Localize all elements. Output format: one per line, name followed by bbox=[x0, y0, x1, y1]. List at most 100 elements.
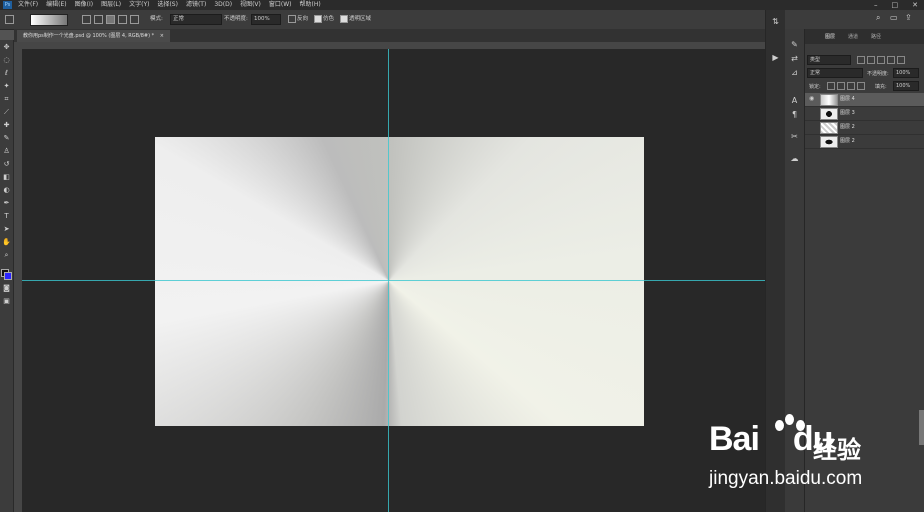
move-tool-icon[interactable]: ✥ bbox=[2, 43, 11, 52]
search-icon[interactable]: ⌕ bbox=[876, 13, 880, 23]
filter-smart-icon[interactable] bbox=[897, 56, 905, 64]
crop-tool-icon[interactable]: ⌗ bbox=[2, 95, 11, 104]
fill-input[interactable]: 100% bbox=[893, 81, 919, 91]
reverse-label: 反向 bbox=[297, 16, 309, 22]
zoom-tool-icon[interactable]: ⌕ bbox=[2, 251, 11, 260]
vertical-ruler[interactable] bbox=[14, 49, 22, 512]
lock-row: 锁定: 填充: 100% bbox=[805, 79, 924, 92]
visibility-eye-icon[interactable]: ◉ bbox=[809, 95, 815, 103]
close-icon[interactable]: ✕ bbox=[912, 0, 918, 10]
minimize-icon[interactable]: – bbox=[874, 0, 878, 10]
history-brush-icon[interactable]: ↺ bbox=[2, 160, 11, 169]
diamond-gradient-icon[interactable] bbox=[130, 15, 139, 24]
magic-wand-icon[interactable]: ✦ bbox=[2, 82, 11, 91]
brush-tool-icon[interactable]: ✎ bbox=[2, 134, 11, 143]
swap-icon[interactable]: ⇄ bbox=[789, 53, 800, 64]
type-tool-icon[interactable]: T bbox=[2, 212, 11, 221]
mode-select[interactable]: 正常 bbox=[170, 14, 222, 25]
eraser-icon[interactable]: ◧ bbox=[2, 173, 11, 182]
menu-filter[interactable]: 滤镜(T) bbox=[186, 0, 206, 10]
marquee-tool-icon[interactable]: ◌ bbox=[2, 56, 11, 65]
menu-3d[interactable]: 3D(D) bbox=[214, 0, 232, 10]
character-panel-icon[interactable]: A bbox=[789, 95, 800, 106]
quick-mask-icon[interactable]: ◙ bbox=[2, 284, 11, 293]
layer-row[interactable]: ◉ 图层 4 bbox=[805, 93, 924, 107]
pen-tool-icon[interactable]: ✒ bbox=[2, 199, 11, 208]
menu-help[interactable]: 帮助(H) bbox=[300, 0, 321, 10]
eyedropper-icon[interactable]: ⟋ bbox=[2, 108, 11, 117]
layer-filter-select[interactable]: 类型 bbox=[807, 55, 851, 65]
canvas-area[interactable] bbox=[22, 49, 765, 512]
angle-gradient-icon[interactable] bbox=[106, 15, 115, 24]
menu-items: 文件(F) 编辑(E) 图像(I) 图层(L) 文字(Y) 选择(S) 滤镜(T… bbox=[18, 0, 321, 10]
lock-transparent-icon[interactable] bbox=[827, 82, 835, 90]
tab-layers[interactable]: 图层 bbox=[825, 33, 835, 40]
hand-tool-icon[interactable]: ✋ bbox=[2, 238, 11, 247]
dither-checkbox[interactable] bbox=[314, 15, 322, 23]
fill-label: 填充: bbox=[875, 84, 887, 90]
menu-select[interactable]: 选择(S) bbox=[157, 0, 178, 10]
blend-mode-select[interactable]: 正常 bbox=[807, 68, 863, 78]
path-select-icon[interactable]: ➤ bbox=[2, 225, 11, 234]
gradient-picker[interactable] bbox=[30, 14, 68, 26]
background-color-swatch[interactable] bbox=[4, 272, 12, 280]
document-tab-bar: 教你用ps制作一个光盘.psd @ 100% (图层 4, RGB/8#) * … bbox=[14, 29, 765, 42]
menu-type[interactable]: 文字(Y) bbox=[129, 0, 149, 10]
document-tab[interactable]: 教你用ps制作一个光盘.psd @ 100% (图层 4, RGB/8#) * … bbox=[17, 30, 170, 42]
menu-window[interactable]: 窗口(W) bbox=[269, 0, 292, 10]
opacity-input[interactable]: 100% bbox=[251, 14, 281, 25]
clone-stamp-icon[interactable]: ♙ bbox=[2, 147, 11, 156]
tab-close-icon[interactable]: × bbox=[160, 33, 164, 39]
workspace-icon[interactable]: ▭ bbox=[890, 13, 898, 22]
cloud-icon[interactable]: ☁ bbox=[789, 153, 800, 164]
layer-opacity-input[interactable]: 100% bbox=[893, 68, 919, 78]
horizontal-guide[interactable] bbox=[22, 280, 765, 281]
reverse-checkbox[interactable] bbox=[288, 15, 296, 23]
healing-brush-icon[interactable]: ✚ bbox=[2, 121, 11, 130]
menu-bar: Ps 文件(F) 编辑(E) 图像(I) 图层(L) 文字(Y) 选择(S) 滤… bbox=[0, 0, 924, 10]
layer-row[interactable]: 图层 2 bbox=[805, 121, 924, 135]
tab-paths[interactable]: 路径 bbox=[871, 33, 881, 40]
filter-type-icon[interactable] bbox=[877, 56, 885, 64]
radial-gradient-icon[interactable] bbox=[94, 15, 103, 24]
screen-mode-icon[interactable]: ▣ bbox=[2, 297, 11, 306]
filter-adjust-icon[interactable] bbox=[867, 56, 875, 64]
transparency-checkbox[interactable] bbox=[340, 15, 348, 23]
layer-name: 图层 2 bbox=[840, 124, 855, 130]
brush-panel-icon[interactable]: ✎ bbox=[789, 39, 800, 50]
layer-row[interactable]: 图层 2 bbox=[805, 135, 924, 149]
gradient-tool-icon[interactable]: ◐ bbox=[2, 186, 11, 195]
menu-view[interactable]: 视图(V) bbox=[240, 0, 261, 10]
reflected-gradient-icon[interactable] bbox=[118, 15, 127, 24]
menu-edit[interactable]: 编辑(E) bbox=[46, 0, 66, 10]
lock-pixels-icon[interactable] bbox=[837, 82, 845, 90]
filter-pixel-icon[interactable] bbox=[857, 56, 865, 64]
tool-preset-icon[interactable] bbox=[5, 15, 14, 24]
layer-row[interactable]: 图层 3 bbox=[805, 107, 924, 121]
maximize-icon[interactable]: □ bbox=[892, 0, 899, 10]
layer-thumbnail bbox=[820, 94, 838, 106]
filter-shape-icon[interactable] bbox=[887, 56, 895, 64]
lasso-tool-icon[interactable]: ℓ bbox=[2, 69, 11, 78]
document-canvas[interactable] bbox=[155, 137, 644, 426]
panel-tabs: 图层 通道 路径 bbox=[805, 29, 924, 44]
photoshop-logo: Ps bbox=[3, 1, 12, 9]
menu-layer[interactable]: 图层(L) bbox=[101, 0, 121, 10]
share-icon[interactable]: ⇪ bbox=[905, 13, 912, 22]
lock-all-icon[interactable] bbox=[857, 82, 865, 90]
menu-file[interactable]: 文件(F) bbox=[18, 0, 38, 10]
linear-gradient-icon[interactable] bbox=[82, 15, 91, 24]
lock-position-icon[interactable] bbox=[847, 82, 855, 90]
adjust-icon[interactable]: ⊿ bbox=[789, 67, 800, 78]
menu-image[interactable]: 图像(I) bbox=[75, 0, 93, 10]
tools-preset-icon[interactable]: ✂ bbox=[789, 131, 800, 142]
layer-thumbnail bbox=[820, 136, 838, 148]
paragraph-panel-icon[interactable]: ¶ bbox=[789, 109, 800, 120]
panel-icon-strip: ✎ ⇄ ⊿ A ¶ ✂ ☁ bbox=[785, 29, 805, 512]
history-panel-icon[interactable]: ⇅ bbox=[770, 16, 781, 27]
actions-play-icon[interactable]: ▶ bbox=[770, 52, 781, 63]
panel-scrollbar[interactable] bbox=[919, 410, 924, 445]
transparency-label: 透明区域 bbox=[349, 16, 372, 22]
tab-channels[interactable]: 通道 bbox=[848, 33, 858, 40]
blend-row: 正常 不透明度: 100% bbox=[805, 66, 924, 79]
